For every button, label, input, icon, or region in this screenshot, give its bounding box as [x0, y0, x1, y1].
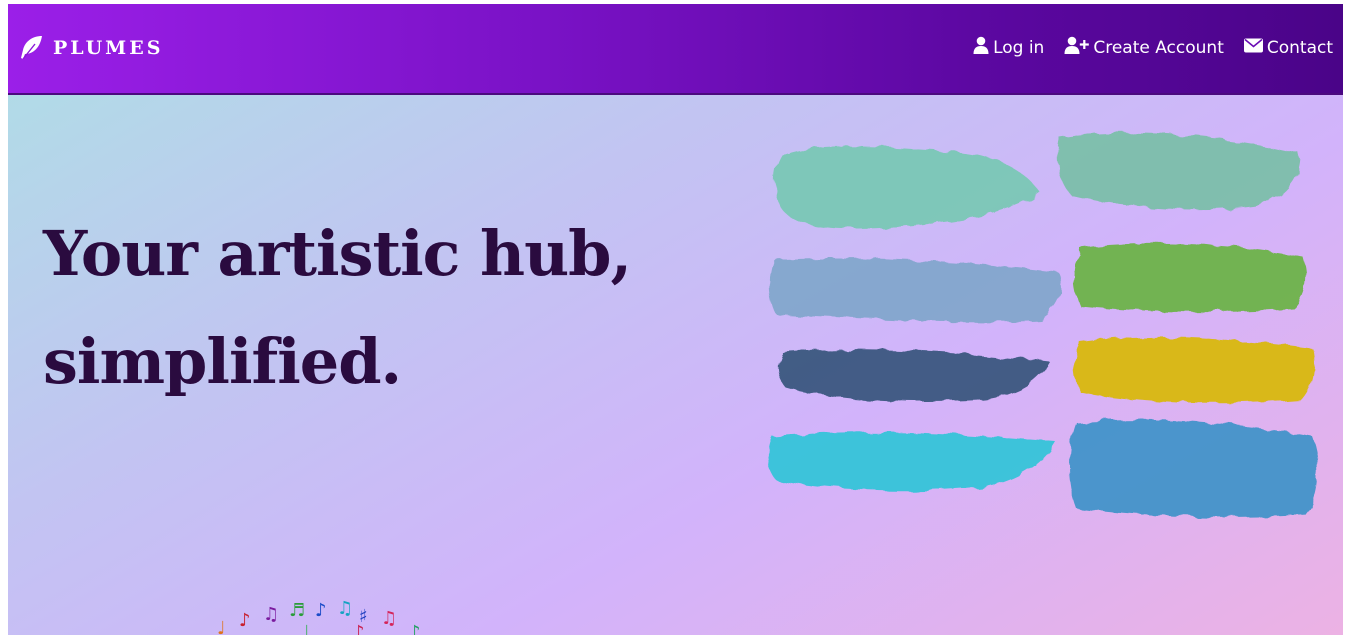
paint-stroke-mint — [774, 146, 1040, 229]
svg-text:♫: ♫ — [381, 608, 397, 629]
hero-section: Your artistic hub, simplified. ♩ ♪ ♫ ♬ ♪… — [8, 95, 1343, 635]
feather-icon — [18, 35, 44, 61]
svg-text:♬: ♬ — [289, 600, 305, 621]
nav-create-account-link[interactable]: Create Account — [1064, 36, 1224, 59]
paint-stroke-teal — [1057, 133, 1300, 211]
svg-text:♫: ♫ — [263, 604, 279, 625]
paint-stroke-navy — [777, 349, 1050, 402]
brand-name: PLUMES — [53, 37, 164, 59]
user-icon — [973, 36, 993, 59]
svg-text:♩: ♩ — [301, 622, 310, 635]
nav-links: Log in Create Account Contact — [953, 36, 1333, 59]
svg-text:♪: ♪ — [315, 600, 327, 621]
nav-login-link[interactable]: Log in — [973, 36, 1044, 59]
svg-text:♪: ♪ — [239, 610, 251, 631]
svg-text:♪: ♪ — [353, 622, 365, 635]
nav-login-label: Log in — [993, 37, 1045, 58]
paint-strokes-image — [767, 133, 1319, 517]
nav-create-account-label: Create Account — [1093, 37, 1224, 58]
hero-headline: Your artistic hub, simplified. — [43, 200, 683, 416]
svg-text:♩: ♩ — [217, 618, 226, 635]
hero-headline-line1: Your artistic hub, — [43, 217, 632, 290]
paint-stroke-cyan — [767, 432, 1056, 491]
hero-headline-line2: simplified. — [43, 325, 402, 398]
page: PLUMES Log in Create Account Contact You… — [8, 4, 1343, 635]
paint-stroke-slate — [769, 258, 1062, 322]
envelope-icon — [1243, 38, 1267, 58]
nav-contact-link[interactable]: Contact — [1243, 37, 1333, 58]
music-notes-image: ♩ ♪ ♫ ♬ ♪ ♫ ♯ ♫ ♪ ♩ ♪ — [217, 600, 421, 635]
user-plus-icon — [1064, 36, 1093, 59]
paint-stroke-green — [1074, 243, 1306, 312]
top-navbar: PLUMES Log in Create Account Contact — [8, 4, 1343, 95]
svg-text:♪: ♪ — [409, 622, 421, 635]
paint-stroke-blue — [1068, 419, 1319, 517]
brand-logo[interactable]: PLUMES — [18, 34, 163, 62]
paint-stroke-yellow — [1074, 336, 1314, 404]
nav-contact-label: Contact — [1266, 37, 1333, 58]
svg-text:♫: ♫ — [337, 600, 353, 619]
